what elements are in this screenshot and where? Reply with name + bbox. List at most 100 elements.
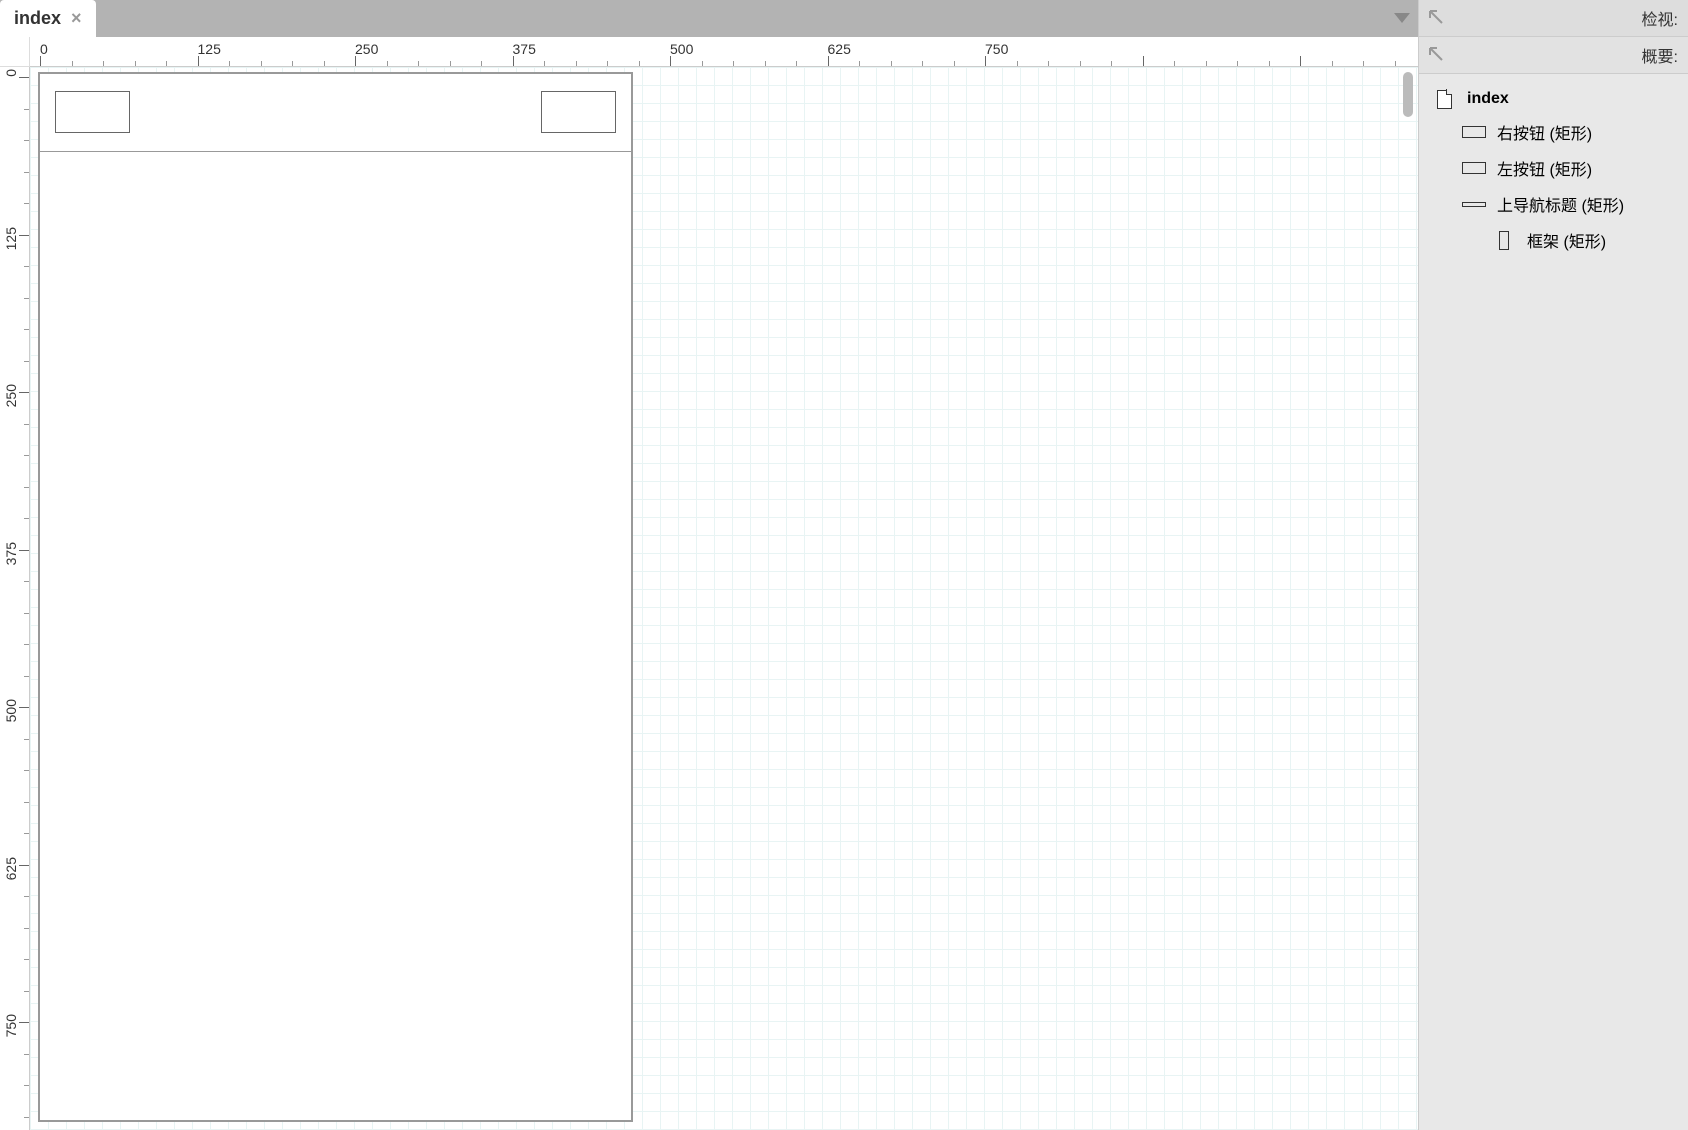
ruler-tick — [24, 802, 29, 803]
ruler-tick — [355, 56, 356, 66]
ruler-tick — [292, 61, 293, 66]
ruler-v-label: 125 — [3, 227, 19, 250]
tree-item-label: index — [1467, 90, 1509, 108]
ruler-tick — [19, 1022, 29, 1023]
ruler-tick — [135, 61, 136, 66]
outline-panel-label: 概要: — [1453, 43, 1678, 67]
ruler-tick — [733, 61, 734, 66]
ruler-tick — [24, 1054, 29, 1055]
rectangle-thin-icon — [1461, 195, 1487, 213]
tab-index[interactable]: index × — [0, 0, 96, 37]
ruler-tick — [19, 550, 29, 551]
collapse-arrow-icon — [1429, 10, 1443, 27]
ruler-tick — [24, 959, 29, 960]
ruler-tick — [639, 61, 640, 66]
ruler-tick — [19, 77, 29, 78]
ruler-v-label: 250 — [3, 384, 19, 407]
ruler-h-label: 500 — [670, 41, 693, 57]
ruler-tick — [891, 61, 892, 66]
ruler-tick — [670, 56, 671, 66]
ruler-tick — [954, 61, 955, 66]
ruler-v-label: 375 — [3, 542, 19, 565]
sidebar: 检视: 概要: index 右按钮 (矩形) 左按钮 (矩形) 上导航标题 (矩… — [1418, 0, 1688, 1130]
ruler-tick — [702, 61, 703, 66]
tree-item-label: 右按钮 (矩形) — [1497, 120, 1592, 144]
ruler-tick — [40, 56, 41, 66]
ruler-tick — [103, 61, 104, 66]
ruler-tick — [24, 140, 29, 141]
ruler-tick — [19, 392, 29, 393]
inspect-panel-header[interactable]: 检视: — [1419, 0, 1688, 37]
ruler-tick — [24, 266, 29, 267]
tree-item[interactable]: 框架 (矩形) — [1419, 222, 1688, 258]
canvas[interactable] — [30, 67, 1418, 1130]
outline-panel-header[interactable]: 概要: — [1419, 37, 1688, 74]
ruler-h-label: 625 — [828, 41, 851, 57]
ruler-corner — [0, 37, 30, 67]
left-button-rect[interactable] — [55, 91, 130, 133]
ruler-tick — [544, 61, 545, 66]
ruler-tick — [859, 61, 860, 66]
ruler-v-label: 0 — [3, 69, 19, 77]
ruler-tick — [24, 203, 29, 204]
ruler-tick — [261, 61, 262, 66]
ruler-tick — [387, 61, 388, 66]
tab-label: index — [14, 8, 61, 29]
tab-bar: index × — [0, 0, 1418, 37]
ruler-tick — [24, 518, 29, 519]
ruler-v-label: 625 — [3, 857, 19, 880]
ruler-tick — [324, 61, 325, 66]
ruler-tick — [24, 991, 29, 992]
inspect-panel-label: 检视: — [1453, 6, 1678, 30]
ruler-horizontal[interactable]: 0125250375500625750 — [30, 37, 1418, 67]
ruler-vertical[interactable]: 0 125 250 375 500 625 750 — [0, 67, 30, 1130]
rectangle-tall-icon — [1491, 231, 1517, 249]
tree-item-label: 框架 (矩形) — [1527, 228, 1606, 252]
ruler-tick — [24, 833, 29, 834]
ruler-tick — [72, 61, 73, 66]
ruler-tick — [1143, 56, 1144, 66]
ruler-tick — [24, 361, 29, 362]
ruler-tick — [1363, 61, 1364, 66]
nav-header-rect[interactable] — [40, 74, 631, 152]
tree-item[interactable]: 右按钮 (矩形) — [1419, 114, 1688, 150]
ruler-h-label: 375 — [513, 41, 536, 57]
ruler-tick — [198, 56, 199, 66]
ruler-tick — [1017, 61, 1018, 66]
ruler-tick — [513, 56, 514, 66]
ruler-tick — [1237, 61, 1238, 66]
tab-dropdown-icon[interactable] — [1394, 10, 1410, 26]
ruler-tick — [576, 61, 577, 66]
ruler-tick — [24, 298, 29, 299]
ruler-tick — [24, 676, 29, 677]
ruler-tick — [1206, 61, 1207, 66]
ruler-h-label: 125 — [198, 41, 221, 57]
ruler-tick — [166, 61, 167, 66]
ruler-tick — [19, 235, 29, 236]
ruler-tick — [828, 56, 829, 66]
ruler-tick — [24, 172, 29, 173]
artboard-frame[interactable] — [38, 72, 633, 1122]
ruler-tick — [24, 1117, 29, 1118]
ruler-tick — [24, 928, 29, 929]
ruler-tick — [24, 613, 29, 614]
ruler-v-label: 750 — [3, 1014, 19, 1037]
ruler-h-label: 0 — [40, 41, 48, 57]
ruler-tick — [922, 61, 923, 66]
ruler-tick — [1395, 61, 1396, 66]
ruler-tick — [24, 1085, 29, 1086]
ruler-tick — [24, 770, 29, 771]
ruler-tick — [1111, 61, 1112, 66]
tree-item[interactable]: 左按钮 (矩形) — [1419, 150, 1688, 186]
ruler-v-label: 500 — [3, 699, 19, 722]
scrollbar-thumb[interactable] — [1403, 72, 1413, 117]
outline-tree: index 右按钮 (矩形) 左按钮 (矩形) 上导航标题 (矩形) 框架 (矩… — [1419, 74, 1688, 268]
close-icon[interactable]: × — [71, 8, 82, 29]
tree-item[interactable]: 上导航标题 (矩形) — [1419, 186, 1688, 222]
ruler-h-label: 750 — [985, 41, 1008, 57]
ruler-tick — [1080, 61, 1081, 66]
ruler-tick — [418, 61, 419, 66]
ruler-tick — [450, 61, 451, 66]
right-button-rect[interactable] — [541, 91, 616, 133]
tree-item-root[interactable]: index — [1419, 84, 1688, 114]
